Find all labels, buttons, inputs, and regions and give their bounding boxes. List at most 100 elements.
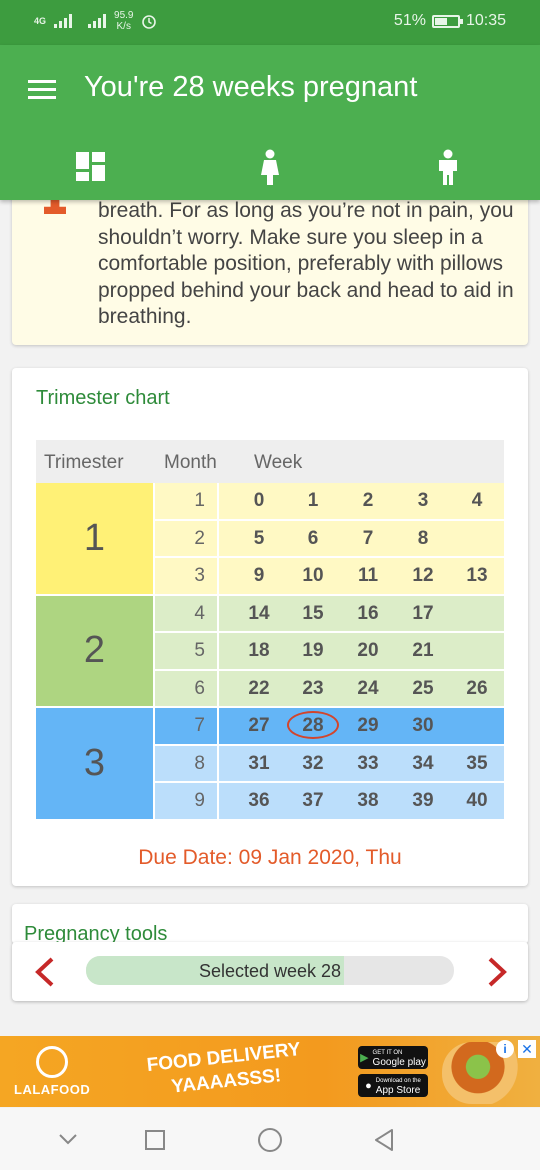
week-cell[interactable]: 20	[341, 640, 395, 662]
current-week-ring	[287, 711, 339, 739]
week-cell[interactable]: 21	[396, 640, 450, 662]
lalafood-logo-icon	[36, 1046, 68, 1078]
back-triangle-icon[interactable]	[372, 1128, 396, 1152]
menu-icon[interactable]	[28, 80, 56, 100]
ad-brand: LALAFOOD	[14, 1082, 91, 1097]
previous-week-button[interactable]	[32, 957, 58, 987]
week-cell[interactable]: 22	[232, 678, 286, 700]
week-cell[interactable]: 9	[232, 565, 286, 587]
ad-banner[interactable]: LALAFOOD FOOD DELIVERY YAAAASSS! ▶ GET I…	[0, 1036, 540, 1107]
speed-value: 95.9	[114, 10, 134, 21]
week-cell[interactable]: 34	[396, 753, 450, 775]
due-date: Due Date: 09 Jan 2020, Thu	[138, 846, 402, 869]
apple-icon: ●	[365, 1079, 372, 1092]
week-cell[interactable]: 0	[232, 490, 286, 512]
week-cell[interactable]: 37	[286, 790, 340, 812]
dashboard-icon[interactable]	[76, 152, 105, 181]
signal-icon-2	[88, 14, 107, 28]
tip-text: breath. For as long as you’re not in pai…	[98, 199, 514, 328]
week-cell[interactable]: 35	[450, 753, 504, 775]
row-divider	[153, 781, 504, 783]
signal-icon	[54, 14, 73, 28]
week-cell[interactable]: 39	[396, 790, 450, 812]
back-chevron-icon[interactable]	[58, 1132, 78, 1146]
week-cell[interactable]: 4	[450, 490, 504, 512]
week-cell[interactable]: 7	[341, 528, 395, 550]
google-play-button[interactable]: ▶ GET IT ON Google play	[358, 1046, 428, 1069]
ad-headline: FOOD DELIVERY YAAAASSS!	[138, 1037, 312, 1103]
week-cell[interactable]: 36	[232, 790, 286, 812]
google-play-label: Google play	[372, 1056, 426, 1068]
week-cell[interactable]: 2	[341, 490, 395, 512]
recents-square-icon[interactable]	[144, 1129, 166, 1151]
week-cell[interactable]: 12	[396, 565, 450, 587]
selected-week-label: Selected week 28	[198, 961, 342, 981]
chart-header-row: Trimester Month Week	[36, 440, 504, 483]
row-divider	[153, 631, 504, 633]
tip-marker-icon	[44, 198, 66, 214]
week-cell[interactable]: 29	[341, 715, 395, 737]
pregnancy-tools-card: Pregnancy tools	[12, 904, 528, 944]
row-divider	[153, 556, 504, 558]
alarm-icon	[142, 15, 157, 29]
week-cell[interactable]: 32	[286, 753, 340, 775]
week-cell[interactable]: 6	[286, 528, 340, 550]
child-icon[interactable]	[428, 147, 468, 187]
pregnant-woman-icon[interactable]	[250, 147, 290, 187]
header-week: Week	[254, 452, 303, 473]
week-cell[interactable]: 16	[341, 603, 395, 625]
row-divider	[153, 518, 504, 521]
week-cell[interactable]: 1	[286, 490, 340, 512]
week-cell[interactable]: 38	[341, 790, 395, 812]
week-cell[interactable]: 31	[232, 753, 286, 775]
week-cell[interactable]: 8	[396, 528, 450, 550]
week-cell[interactable]: 25	[396, 678, 450, 700]
week-cell[interactable]: 18	[232, 640, 286, 662]
network-type: 4G	[34, 16, 47, 26]
row-divider	[153, 668, 504, 671]
week-cell[interactable]: 5	[232, 528, 286, 550]
week-cell[interactable]: 17	[396, 603, 450, 625]
app-store-button[interactable]: ● Download on the App Store	[358, 1074, 428, 1097]
info-icon[interactable]: i	[496, 1040, 514, 1058]
system-nav-bar	[0, 1108, 540, 1170]
app-store-label: App Store	[375, 1084, 421, 1096]
app-bar: You're 28 weeks pregnant	[0, 45, 540, 200]
header-month: Month	[164, 452, 217, 473]
week-cell[interactable]: 11	[341, 565, 395, 587]
trimester-block-3: 3	[36, 708, 153, 819]
speed-unit: K/s	[116, 21, 131, 32]
week-cell[interactable]: 33	[341, 753, 395, 775]
network-speed: 95.9 K/s	[114, 10, 133, 32]
week-cell[interactable]: 13	[450, 565, 504, 587]
week-cell[interactable]: 27	[232, 715, 286, 737]
column-divider	[217, 483, 219, 821]
close-icon[interactable]: ✕	[518, 1040, 536, 1058]
week-selector: Selected week 28	[12, 942, 528, 1001]
trimester-block-1: 1	[36, 483, 153, 594]
trimester-chart-card: Trimester chart Trimester Month Week 110…	[12, 368, 528, 886]
week-cell[interactable]: 30	[396, 715, 450, 737]
week-cell[interactable]: 14	[232, 603, 286, 625]
week-cell[interactable]: 15	[286, 603, 340, 625]
page-title: You're 28 weeks pregnant	[84, 71, 418, 103]
week-progress-bar[interactable]: Selected week 28	[86, 956, 454, 985]
home-circle-icon[interactable]	[257, 1127, 283, 1153]
week-cell[interactable]: 19	[286, 640, 340, 662]
trimester-block-2: 2	[36, 595, 153, 706]
column-divider	[153, 483, 155, 821]
chart-title: Trimester chart	[36, 387, 170, 409]
row-divider	[153, 743, 504, 746]
week-cell[interactable]: 40	[450, 790, 504, 812]
play-triangle-icon: ▶	[360, 1052, 369, 1064]
tip-card: breath. For as long as you’re not in pai…	[12, 190, 528, 345]
week-cell[interactable]: 3	[396, 490, 450, 512]
next-week-button[interactable]	[484, 957, 510, 987]
week-cell[interactable]: 23	[286, 678, 340, 700]
week-cell[interactable]: 10	[286, 565, 340, 587]
header-trimester: Trimester	[44, 452, 124, 473]
tools-title: Pregnancy tools	[24, 923, 168, 944]
status-bar: 4G 95.9 K/s 51% 10:35	[0, 0, 540, 45]
week-cell[interactable]: 24	[341, 678, 395, 700]
week-cell[interactable]: 26	[450, 678, 504, 700]
